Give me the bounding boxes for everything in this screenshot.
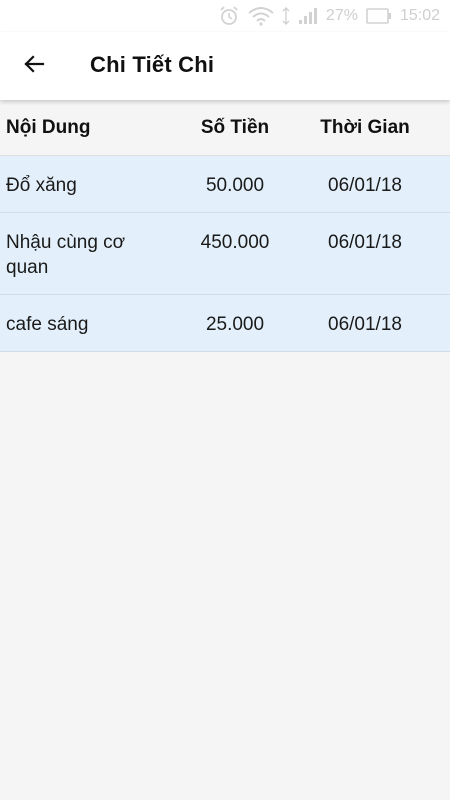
wifi-icon [248,6,274,26]
alarm-icon [218,5,240,27]
back-button[interactable] [14,46,54,86]
cell-time: 06/01/18 [328,232,402,253]
data-arrows-icon [282,7,290,25]
table-row[interactable]: Đổ xăng 50.000 06/01/18 [0,156,450,213]
cell-content: Nhậu cùng cơ quan [6,232,126,278]
table-header: Nội Dung Số Tiền Thời Gian [0,100,450,156]
battery-percent: 27% [325,7,358,24]
header-content: Nội Dung [6,116,91,138]
battery-icon [366,8,392,24]
status-icons: 27% 15:02 [218,5,440,27]
expense-table: Nội Dung Số Tiền Thời Gian Đổ xăng 50.00… [0,100,450,352]
table-row[interactable]: cafe sáng 25.000 06/01/18 [0,295,450,352]
table-row[interactable]: Nhậu cùng cơ quan 450.000 06/01/18 [0,213,450,295]
cell-time: 06/01/18 [328,314,402,335]
cell-amount: 450.000 [200,232,270,253]
app-bar: Chi Tiết Chi [0,32,450,100]
header-time: Thời Gian [320,116,410,138]
cell-amount: 25.000 [205,314,265,335]
cell-amount: 50.000 [205,175,265,196]
cell-content: cafe sáng [6,314,89,335]
status-bar: 27% 15:02 [0,0,450,32]
header-amount: Số Tiền [200,116,270,138]
status-time: 15:02 [399,7,440,24]
screen: 27% 15:02 Chi Tiết Chi Nội Dung Số Tiền [0,0,450,800]
page-title: Chi Tiết Chi [90,52,215,77]
signal-icon [298,7,318,25]
cell-content: Đổ xăng [6,175,77,196]
arrow-left-icon [22,52,46,81]
cell-time: 06/01/18 [328,175,402,196]
